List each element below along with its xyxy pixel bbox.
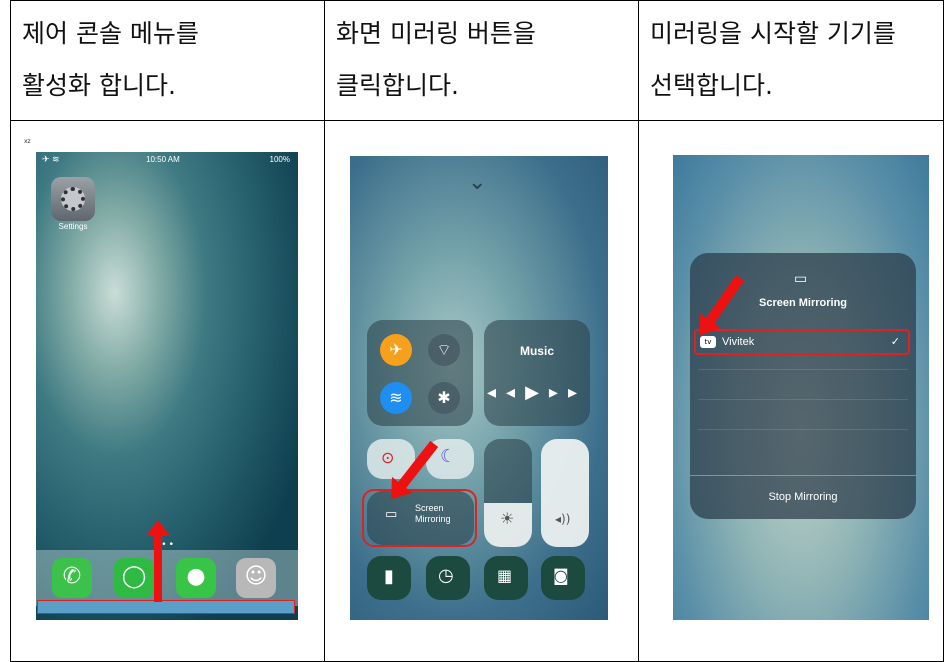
swipe-area-highlight[interactable] bbox=[37, 600, 295, 614]
timer-icon: ◷ bbox=[438, 565, 454, 586]
row-divider bbox=[11, 120, 943, 121]
checkmark-icon: ✓ bbox=[890, 335, 900, 348]
airplay-icon: ▭ bbox=[794, 271, 808, 287]
stop-divider bbox=[690, 475, 916, 476]
control-center-screenshot: ⌄ ✈ ⌔ ≋ ✱ Music ◂◂▶▸▸ ⊙ ☾ ▭ Screen Mirro… bbox=[350, 156, 608, 620]
chevron-down-icon: ⌄ bbox=[468, 170, 487, 195]
moon-icon: ☾ bbox=[440, 446, 457, 467]
screen-mirroring-highlight bbox=[362, 489, 477, 547]
music-tile[interactable]: Music ◂◂▶▸▸ bbox=[484, 320, 590, 426]
step-2-header: 화면 미러링 버튼을 클릭합니다. bbox=[336, 8, 536, 112]
step-1-line1: 제어 콘솔 메뉴를 bbox=[22, 19, 199, 48]
stop-mirroring-button[interactable]: Stop Mirroring bbox=[690, 491, 916, 503]
phone-app-icon[interactable]: ✆ bbox=[52, 558, 92, 598]
wifi-toggle[interactable]: ≋ bbox=[380, 382, 412, 414]
small-mark: xz bbox=[24, 138, 31, 145]
step-2-line2: 클릭합니다. bbox=[336, 71, 459, 100]
step-2-line1: 화면 미러링 버튼을 bbox=[336, 19, 536, 48]
contacts-app-icon[interactable]: ☺ bbox=[236, 558, 276, 598]
device-row-vivitek[interactable]: tv Vivitek ✓ bbox=[694, 329, 910, 355]
connectivity-tile: ✈ ⌔ ≋ ✱ bbox=[367, 320, 473, 426]
step-1-header: 제어 콘솔 메뉴를 활성화 합니다. bbox=[22, 8, 199, 112]
calculator-icon: ▦ bbox=[497, 566, 513, 585]
step-3-header: 미러링을 시작할 기기를 선택합니다. bbox=[650, 8, 896, 112]
calculator-button[interactable]: ▦ bbox=[484, 556, 528, 600]
music-label: Music bbox=[519, 344, 554, 358]
screen-mirroring-screenshot: ▭ Screen Mirroring tv Vivitek ✓ Stop Mir… bbox=[673, 155, 929, 620]
airplane-wifi-icon: ✈ ≋ bbox=[42, 154, 60, 164]
gear-icon bbox=[61, 187, 85, 211]
settings-app-icon[interactable] bbox=[51, 177, 95, 221]
home-screen-screenshot: ✈ ≋ 10:50 AM 100% Settings ••• ✆ ◯ ● ☺ bbox=[36, 152, 298, 620]
flashlight-icon: ▮ bbox=[384, 566, 394, 587]
camera-icon: ◙ bbox=[553, 566, 569, 585]
column-divider bbox=[638, 1, 639, 661]
airplane-mode-toggle[interactable]: ✈ bbox=[380, 334, 412, 366]
volume-slider[interactable]: ◂)) bbox=[541, 439, 589, 547]
flashlight-button[interactable]: ▮ bbox=[367, 556, 411, 600]
step-1-line2: 활성화 합니다. bbox=[22, 71, 176, 100]
lock-rotation-icon: ⊙ bbox=[381, 448, 395, 467]
speaker-icon: ◂)) bbox=[555, 512, 571, 526]
camera-button[interactable]: ◙ bbox=[541, 556, 585, 600]
list-divider bbox=[698, 429, 908, 430]
status-bar: ✈ ≋ 10:50 AM 100% bbox=[36, 152, 298, 168]
timer-button[interactable]: ◷ bbox=[426, 556, 470, 600]
column-divider bbox=[324, 1, 325, 661]
settings-app-label: Settings bbox=[58, 222, 88, 231]
bluetooth-toggle[interactable]: ✱ bbox=[428, 382, 460, 414]
app-dock: ✆ ◯ ● ☺ bbox=[36, 550, 298, 606]
swipe-up-arrow-icon bbox=[146, 520, 170, 602]
step-3-line1: 미러링을 시작할 기기를 bbox=[650, 19, 896, 48]
list-divider bbox=[698, 399, 908, 400]
sun-icon: ☀ bbox=[500, 509, 515, 528]
list-divider bbox=[698, 369, 908, 370]
brightness-slider[interactable]: ☀ bbox=[484, 439, 532, 547]
playback-controls[interactable]: ◂◂▶▸▸ bbox=[484, 382, 590, 403]
step-3-line2: 선택합니다. bbox=[650, 71, 773, 100]
cellular-toggle[interactable]: ⌔ bbox=[428, 334, 460, 366]
status-battery: 100% bbox=[269, 155, 290, 164]
messages-app-icon[interactable]: ● bbox=[176, 558, 216, 598]
whatsapp-app-icon[interactable]: ◯ bbox=[114, 558, 154, 598]
device-name: Vivitek bbox=[722, 336, 755, 348]
status-time: 10:50 AM bbox=[146, 155, 180, 164]
